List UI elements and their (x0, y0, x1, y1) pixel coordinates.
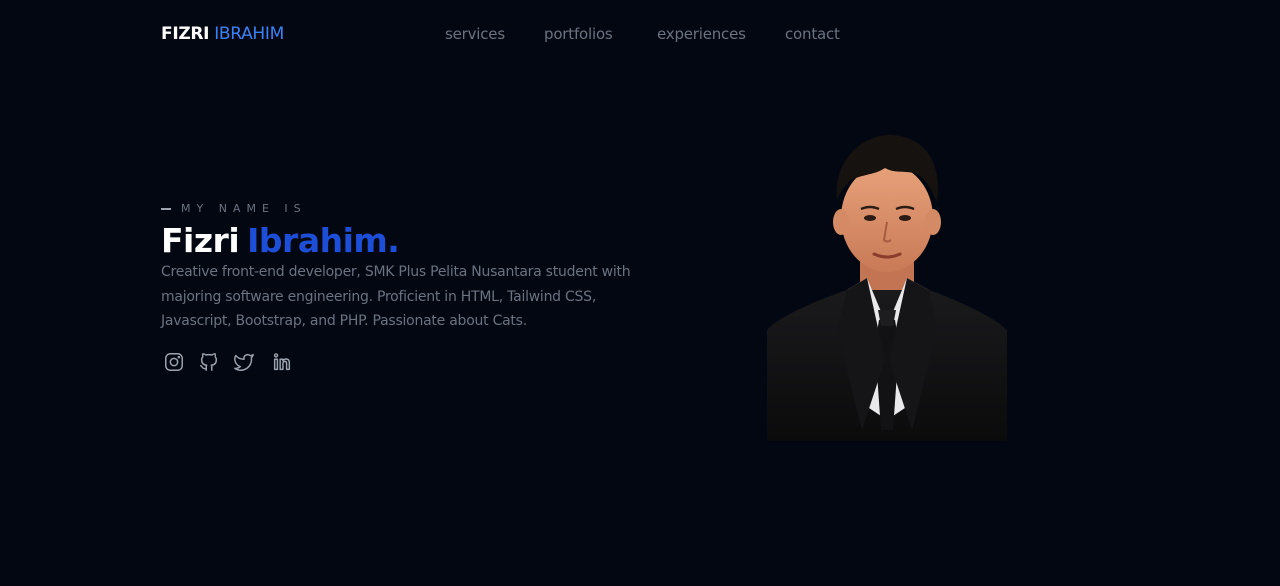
eyebrow-dash (161, 208, 171, 210)
hero-eyebrow: MY NAME IS (161, 202, 307, 216)
site-logo[interactable]: FIZRI IBRAHIM (161, 23, 284, 45)
nav-link-portfolios[interactable]: portfolios (544, 24, 613, 44)
hero-name-last: Ibrahim. (247, 221, 400, 260)
twitter-icon[interactable] (233, 351, 255, 373)
logo-first-name: FIZRI (161, 24, 210, 44)
hero-bio: Creative front-end developer, SMK Plus P… (161, 264, 631, 329)
nav-link-experiences[interactable]: experiences (657, 24, 746, 44)
profile-photo (767, 130, 1007, 441)
nav-link-services[interactable]: services (445, 24, 505, 44)
eyebrow-text: MY NAME IS (181, 202, 307, 215)
linkedin-icon[interactable] (271, 351, 293, 373)
hero-name: Fizri Ibrahim. (161, 219, 400, 263)
logo-last-name: IBRAHIM (214, 24, 284, 44)
nav-link-contact[interactable]: contact (785, 24, 840, 44)
instagram-icon[interactable] (163, 351, 185, 373)
page: FIZRI IBRAHIM services portfolios experie… (0, 0, 1280, 586)
github-icon[interactable] (198, 351, 220, 373)
hero-name-first: Fizri (161, 221, 240, 260)
